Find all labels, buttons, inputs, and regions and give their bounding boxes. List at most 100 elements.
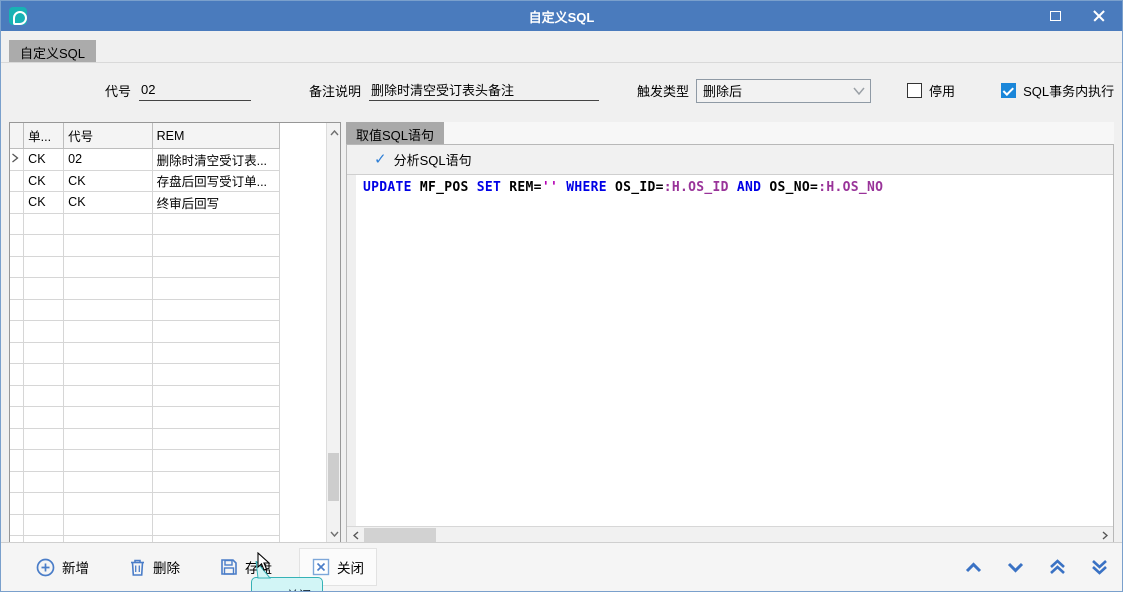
grid-cell[interactable] bbox=[64, 514, 152, 536]
scroll-left-icon[interactable] bbox=[348, 527, 363, 543]
grid-cell[interactable] bbox=[64, 493, 152, 515]
grid-empty-row[interactable] bbox=[10, 385, 280, 407]
first-record-button[interactable] bbox=[1048, 558, 1066, 576]
add-button[interactable]: 新增 bbox=[23, 548, 102, 586]
trigger-type-select[interactable]: 删除后 bbox=[696, 79, 871, 103]
grid-cell[interactable] bbox=[24, 385, 64, 407]
scroll-right-icon[interactable] bbox=[1097, 527, 1112, 543]
grid-cell[interactable] bbox=[64, 213, 152, 235]
grid-empty-row[interactable] bbox=[10, 407, 280, 429]
grid-cell[interactable] bbox=[152, 256, 279, 278]
analyze-sql-button[interactable]: ✓ 分析SQL语句 bbox=[347, 145, 1113, 175]
grid-cell[interactable] bbox=[64, 450, 152, 472]
grid-empty-row[interactable] bbox=[10, 256, 280, 278]
grid-cell[interactable]: CK bbox=[24, 192, 64, 214]
grid-cell[interactable] bbox=[24, 321, 64, 343]
grid-cell[interactable] bbox=[64, 342, 152, 364]
grid-cell[interactable] bbox=[64, 428, 152, 450]
grid-cell[interactable]: 存盘后回写受订单... bbox=[152, 170, 279, 192]
tab-custom-sql[interactable]: 自定义SQL bbox=[9, 40, 96, 62]
grid-cell[interactable] bbox=[64, 278, 152, 300]
grid-empty-row[interactable] bbox=[10, 428, 280, 450]
grid-empty-row[interactable] bbox=[10, 321, 280, 343]
sql-scrollbar-thumb[interactable] bbox=[364, 528, 436, 542]
grid-cell[interactable] bbox=[64, 256, 152, 278]
grid-empty-row[interactable] bbox=[10, 299, 280, 321]
grid-cell[interactable] bbox=[152, 213, 279, 235]
grid-cell[interactable] bbox=[152, 428, 279, 450]
grid-cell[interactable] bbox=[64, 299, 152, 321]
scroll-down-icon[interactable] bbox=[327, 526, 341, 541]
grid-empty-row[interactable] bbox=[10, 471, 280, 493]
sql-editor[interactable]: UPDATE MF_POS SET REM='' WHERE OS_ID=:H.… bbox=[347, 175, 1113, 526]
grid-cell[interactable] bbox=[24, 342, 64, 364]
grid-cell[interactable]: 删除时清空受订表... bbox=[152, 149, 279, 171]
table-row[interactable]: CKCK存盘后回写受订单... bbox=[10, 170, 280, 192]
grid-cell[interactable] bbox=[24, 235, 64, 257]
grid-cell[interactable] bbox=[152, 407, 279, 429]
grid-cell[interactable] bbox=[24, 514, 64, 536]
grid-cell[interactable] bbox=[152, 342, 279, 364]
sql-transaction-checkbox[interactable]: SQL事务内执行 bbox=[1001, 81, 1114, 100]
grid-empty-row[interactable] bbox=[10, 450, 280, 472]
grid-cell[interactable] bbox=[152, 450, 279, 472]
remark-input[interactable] bbox=[369, 80, 599, 101]
grid-cell[interactable] bbox=[24, 213, 64, 235]
grid-cell[interactable] bbox=[152, 471, 279, 493]
grid-cell[interactable] bbox=[152, 278, 279, 300]
grid-cell[interactable] bbox=[152, 385, 279, 407]
grid-cell[interactable] bbox=[64, 321, 152, 343]
grid-header-rem[interactable]: REM bbox=[152, 123, 279, 149]
grid-empty-row[interactable] bbox=[10, 514, 280, 536]
grid-cell[interactable]: CK bbox=[64, 192, 152, 214]
grid-cell[interactable] bbox=[24, 407, 64, 429]
table-row[interactable]: CKCK终审后回写 bbox=[10, 192, 280, 214]
grid-cell[interactable] bbox=[152, 321, 279, 343]
next-record-button[interactable] bbox=[1006, 558, 1024, 576]
grid-cell[interactable] bbox=[24, 471, 64, 493]
grid-cell[interactable]: CK bbox=[24, 170, 64, 192]
tab-value-sql[interactable]: 取值SQL语句 bbox=[346, 122, 444, 144]
grid-empty-row[interactable] bbox=[10, 342, 280, 364]
grid-empty-row[interactable] bbox=[10, 278, 280, 300]
grid-empty-row[interactable] bbox=[10, 493, 280, 515]
grid-cell[interactable] bbox=[64, 385, 152, 407]
grid-cell[interactable] bbox=[24, 256, 64, 278]
grid-cell[interactable] bbox=[24, 450, 64, 472]
grid-cell[interactable] bbox=[24, 278, 64, 300]
last-record-button[interactable] bbox=[1090, 558, 1108, 576]
close-window-button[interactable] bbox=[1084, 4, 1114, 28]
grid-cell[interactable] bbox=[24, 299, 64, 321]
grid-vertical-scrollbar[interactable] bbox=[326, 123, 340, 543]
grid-empty-row[interactable] bbox=[10, 235, 280, 257]
grid-cell[interactable] bbox=[64, 471, 152, 493]
prev-record-button[interactable] bbox=[964, 558, 982, 576]
grid-cell[interactable] bbox=[152, 514, 279, 536]
grid-cell[interactable] bbox=[152, 493, 279, 515]
grid-cell[interactable] bbox=[64, 407, 152, 429]
grid-cell[interactable]: 终审后回写 bbox=[152, 192, 279, 214]
sql-code-line[interactable]: UPDATE MF_POS SET REM='' WHERE OS_ID=:H.… bbox=[356, 175, 890, 526]
grid-empty-row[interactable] bbox=[10, 364, 280, 386]
grid-header-code[interactable]: 代号 bbox=[64, 123, 152, 149]
sql-horizontal-scrollbar[interactable] bbox=[347, 526, 1113, 543]
grid-cell[interactable] bbox=[24, 364, 64, 386]
grid-cell[interactable] bbox=[24, 428, 64, 450]
grid-scrollbar-thumb[interactable] bbox=[328, 453, 339, 501]
code-input[interactable] bbox=[139, 80, 251, 101]
grid-cell[interactable]: CK bbox=[24, 149, 64, 171]
grid-cell[interactable] bbox=[152, 299, 279, 321]
grid-empty-row[interactable] bbox=[10, 213, 280, 235]
grid-cell[interactable] bbox=[64, 364, 152, 386]
table-row[interactable]: CK02删除时清空受订表... bbox=[10, 149, 280, 171]
scroll-up-icon[interactable] bbox=[327, 125, 341, 140]
grid-cell[interactable] bbox=[152, 235, 279, 257]
grid-cell[interactable]: 02 bbox=[64, 149, 152, 171]
grid-cell[interactable] bbox=[152, 364, 279, 386]
grid-cell[interactable]: CK bbox=[64, 170, 152, 192]
maximize-button[interactable] bbox=[1040, 4, 1070, 28]
grid-header-doc-type[interactable]: 单... bbox=[24, 123, 64, 149]
disable-checkbox[interactable]: 停用 bbox=[907, 81, 955, 100]
grid-cell[interactable] bbox=[64, 235, 152, 257]
grid-cell[interactable] bbox=[24, 493, 64, 515]
